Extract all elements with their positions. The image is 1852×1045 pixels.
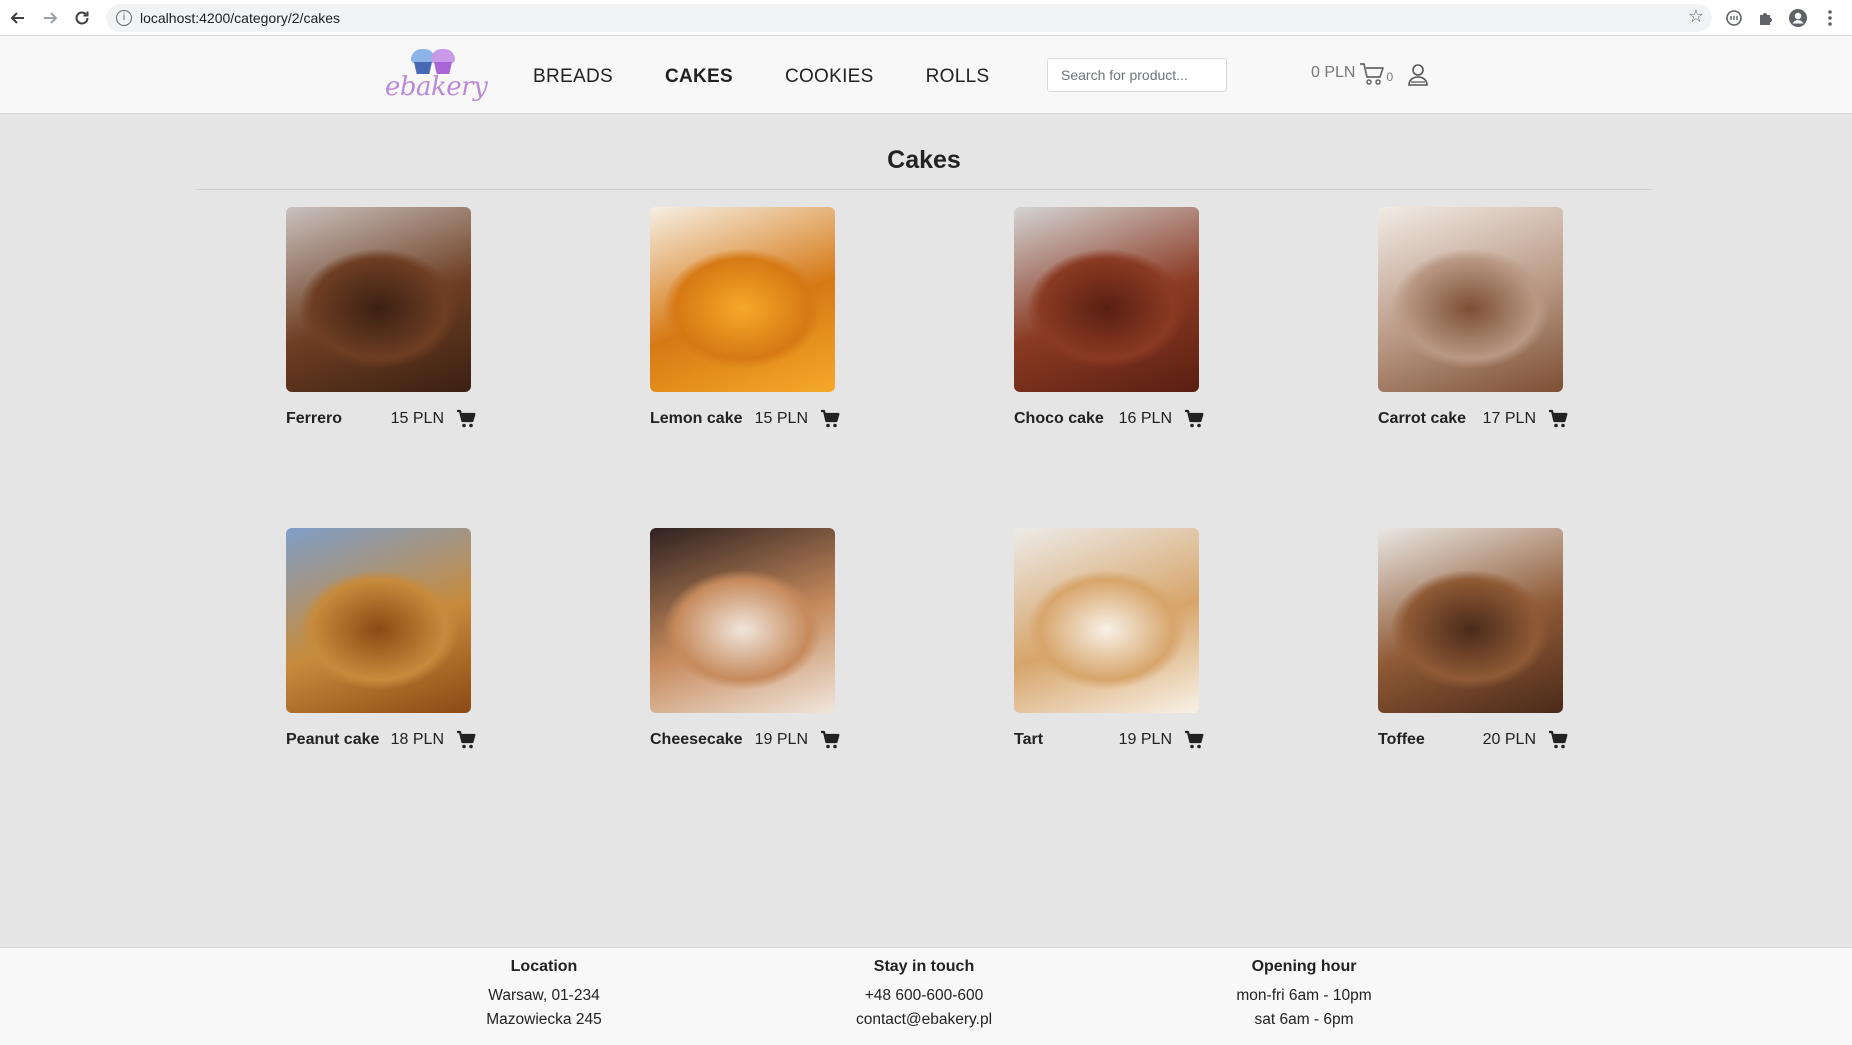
product-name[interactable]: Toffee bbox=[1378, 731, 1425, 749]
product-card[interactable]: Peanut cake 18 PLN bbox=[286, 528, 476, 753]
product-price: 18 PLN bbox=[390, 731, 444, 748]
product-image[interactable] bbox=[1378, 528, 1563, 713]
info-icon[interactable]: i bbox=[116, 10, 132, 26]
menu-dots-icon[interactable] bbox=[1818, 6, 1842, 30]
product-image[interactable] bbox=[1378, 207, 1563, 392]
product-card[interactable]: Carrot cake 17 PLN bbox=[1378, 207, 1568, 432]
logo-text: ebakery bbox=[385, 72, 488, 102]
product-image[interactable] bbox=[650, 207, 835, 392]
footer-location: Location Warsaw, 01-234 Mazowiecka 245 bbox=[414, 958, 674, 1032]
profile-icon[interactable] bbox=[1786, 6, 1810, 30]
user-account-icon[interactable] bbox=[1407, 63, 1429, 92]
nav-cookies[interactable]: COOKIES bbox=[785, 66, 874, 88]
add-to-cart-icon[interactable] bbox=[820, 409, 840, 429]
footer-hours-weekday: mon-fri 6am - 10pm bbox=[1236, 987, 1372, 1004]
add-to-cart-icon[interactable] bbox=[1184, 409, 1204, 429]
product-name[interactable]: Peanut cake bbox=[286, 731, 379, 749]
add-to-cart-icon[interactable] bbox=[456, 409, 476, 429]
product-price: 15 PLN bbox=[754, 410, 808, 427]
product-price: 20 PLN bbox=[1482, 731, 1536, 748]
product-name[interactable]: Carrot cake bbox=[1378, 410, 1466, 428]
product-name[interactable]: Ferrero bbox=[286, 410, 342, 428]
product-name[interactable]: Choco cake bbox=[1014, 410, 1104, 428]
product-card[interactable]: Ferrero 15 PLN bbox=[286, 207, 476, 432]
footer-email[interactable]: contact@ebakery.pl bbox=[794, 1008, 1054, 1032]
product-name[interactable]: Cheesecake bbox=[650, 731, 743, 749]
footer-location-line1: Warsaw, 01-234 bbox=[488, 987, 600, 1004]
cart-count: 0 bbox=[1386, 70, 1394, 84]
product-card[interactable]: Lemon cake 15 PLN bbox=[650, 207, 840, 432]
address-url: localhost:4200/category/2/cakes bbox=[140, 10, 341, 26]
footer-contact: Stay in touch +48 600-600-600 contact@eb… bbox=[794, 958, 1054, 1032]
footer-location-heading: Location bbox=[510, 958, 578, 975]
footer-hours-saturday: sat 6am - 6pm bbox=[1254, 1011, 1354, 1028]
product-image[interactable] bbox=[286, 207, 471, 392]
nav-cakes[interactable]: CAKES bbox=[665, 66, 733, 88]
product-card[interactable]: Toffee 20 PLN bbox=[1378, 528, 1568, 753]
extensions-puzzle-icon[interactable] bbox=[1754, 6, 1778, 30]
reload-icon[interactable] bbox=[70, 6, 94, 30]
category-nav: BREADS CAKES COOKIES ROLLS bbox=[533, 66, 1041, 88]
product-card[interactable]: Tart 19 PLN bbox=[1014, 528, 1204, 753]
product-card[interactable]: Choco cake 16 PLN bbox=[1014, 207, 1204, 432]
site-footer: Location Warsaw, 01-234 Mazowiecka 245 S… bbox=[0, 947, 1852, 1045]
add-to-cart-icon[interactable] bbox=[1548, 730, 1568, 750]
browser-toolbar: i localhost:4200/category/2/cakes ☆ bbox=[0, 0, 1852, 36]
footer-hours: Opening hour mon-fri 6am - 10pm sat 6am … bbox=[1174, 958, 1434, 1032]
product-price: 17 PLN bbox=[1482, 410, 1536, 427]
address-bar[interactable]: i localhost:4200/category/2/cakes ☆ bbox=[106, 4, 1712, 32]
product-image[interactable] bbox=[1014, 207, 1199, 392]
nav-breads[interactable]: BREADS bbox=[533, 66, 613, 88]
search-input[interactable] bbox=[1047, 58, 1227, 92]
product-price: 15 PLN bbox=[390, 410, 444, 427]
cart-summary[interactable]: 0 PLN 0 bbox=[1311, 63, 1394, 86]
footer-hours-heading: Opening hour bbox=[1251, 958, 1357, 975]
product-name[interactable]: Lemon cake bbox=[650, 410, 742, 428]
back-icon[interactable] bbox=[6, 6, 30, 30]
product-price: 16 PLN bbox=[1118, 410, 1172, 427]
product-image[interactable] bbox=[1014, 528, 1199, 713]
cart-total: 0 PLN bbox=[1311, 64, 1356, 81]
site-header: ebakery BREADS CAKES COOKIES ROLLS 0 PLN… bbox=[0, 36, 1852, 114]
nav-rolls[interactable]: ROLLS bbox=[926, 66, 990, 88]
footer-contact-heading: Stay in touch bbox=[873, 958, 975, 975]
cart-icon bbox=[1360, 63, 1385, 85]
footer-location-line2: Mazowiecka 245 bbox=[486, 1011, 602, 1028]
forward-icon[interactable] bbox=[38, 6, 62, 30]
bookmark-star-icon[interactable]: ☆ bbox=[1688, 6, 1704, 27]
add-to-cart-icon[interactable] bbox=[1548, 409, 1568, 429]
product-image[interactable] bbox=[650, 528, 835, 713]
product-price: 19 PLN bbox=[1118, 731, 1172, 748]
product-name[interactable]: Tart bbox=[1014, 731, 1043, 749]
add-to-cart-icon[interactable] bbox=[1184, 730, 1204, 750]
extension-icon[interactable] bbox=[1722, 6, 1746, 30]
add-to-cart-icon[interactable] bbox=[820, 730, 840, 750]
ebakery-logo[interactable]: ebakery bbox=[385, 46, 488, 104]
product-image[interactable] bbox=[286, 528, 471, 713]
product-price: 19 PLN bbox=[754, 731, 808, 748]
title-divider bbox=[196, 189, 1652, 190]
product-card[interactable]: Cheesecake 19 PLN bbox=[650, 528, 840, 753]
add-to-cart-icon[interactable] bbox=[456, 730, 476, 750]
footer-phone[interactable]: +48 600-600-600 bbox=[794, 984, 1054, 1008]
page-title: Cakes bbox=[887, 146, 961, 174]
